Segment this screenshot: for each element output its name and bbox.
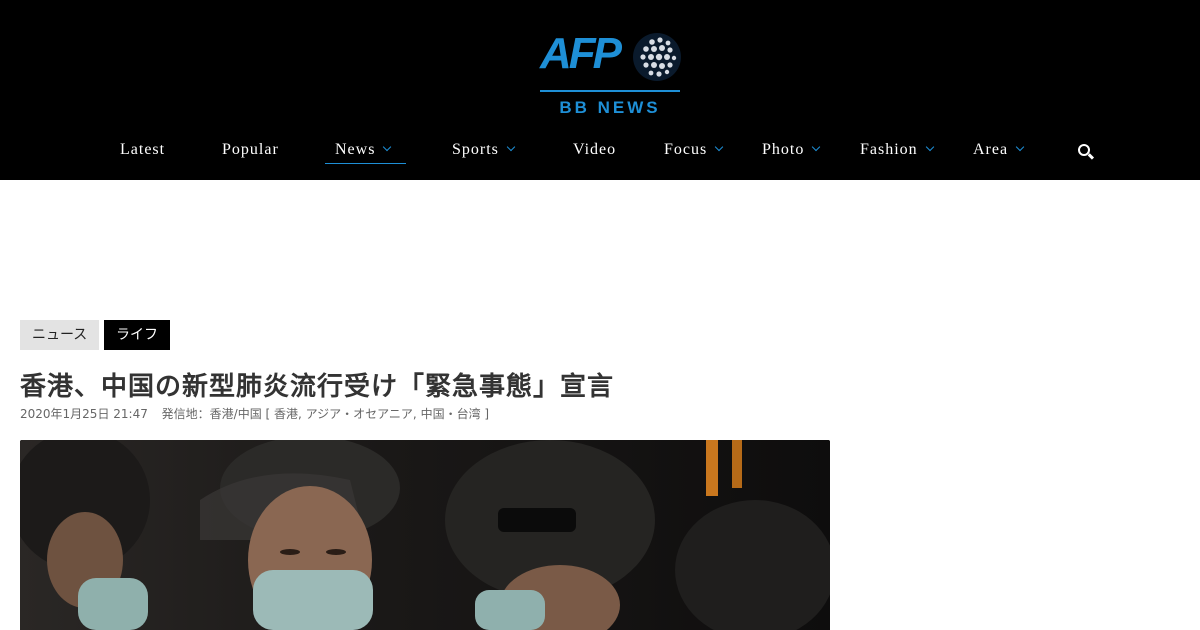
nav-item-popular[interactable]: Popular <box>222 136 279 164</box>
nav-item-label: Video <box>573 141 617 158</box>
chevron-down-icon <box>925 142 934 152</box>
nav-item-label: Focus <box>664 141 708 158</box>
article-photo[interactable] <box>20 440 830 630</box>
nav-item-video[interactable]: Video <box>573 136 616 164</box>
search-icon-handle <box>1087 153 1095 160</box>
nav-item-focus[interactable]: Focus <box>664 136 724 164</box>
photo-image <box>20 440 830 630</box>
afpbb-logo[interactable]: AFP BB NEWS <box>538 28 684 120</box>
main-nav: Latest Popular News Sports Video Focus P… <box>0 136 1200 166</box>
chevron-down-icon <box>383 142 392 152</box>
nav-item-photo[interactable]: Photo <box>762 136 821 164</box>
nav-item-sports[interactable]: Sports <box>452 136 516 164</box>
tag-news[interactable]: ニュース <box>20 320 100 350</box>
article-meta: 2020年1月25日 21:47 発信地：香港/中国 [ 香港, アジア・オセア… <box>20 405 499 422</box>
chevron-down-icon <box>506 142 516 152</box>
search-icon[interactable] <box>1078 144 1095 160</box>
nav-item-latest[interactable]: Latest <box>120 136 165 164</box>
tag-life[interactable]: ライフ <box>104 320 170 350</box>
nav-item-label: Latest <box>120 141 166 158</box>
nav-item-fashion[interactable]: Fashion <box>860 136 934 164</box>
article-title: 香港、中国の新型肺炎流行受け「緊急事態」宣言 <box>20 372 615 402</box>
chevron-down-icon <box>812 142 821 152</box>
nav-item-news[interactable]: News <box>325 136 406 164</box>
nav-item-area[interactable]: Area <box>973 136 1025 164</box>
globe-icon <box>633 33 681 81</box>
logo-divider <box>540 90 680 92</box>
nav-item-label: Popular <box>222 141 279 158</box>
article-location: 発信地：香港/中国 [ 香港, アジア・オセアニア, 中国・台湾 ] <box>161 407 490 421</box>
nav-item-label: News <box>335 141 376 158</box>
nav-item-label: Area <box>973 141 1009 158</box>
site-header: AFP BB NEWS Latest Popular News Sports V… <box>0 0 1200 180</box>
nav-item-label: Sports <box>452 141 499 158</box>
nav-item-label: Fashion <box>860 141 918 158</box>
chevron-down-icon <box>1015 142 1025 152</box>
logo-subtitle: BB NEWS <box>559 98 661 117</box>
logo-wordmark: AFP <box>540 29 622 78</box>
nav-item-label: Photo <box>762 141 805 158</box>
chevron-down-icon <box>714 142 724 152</box>
article-date: 2020年1月25日 21:47 <box>20 407 148 421</box>
